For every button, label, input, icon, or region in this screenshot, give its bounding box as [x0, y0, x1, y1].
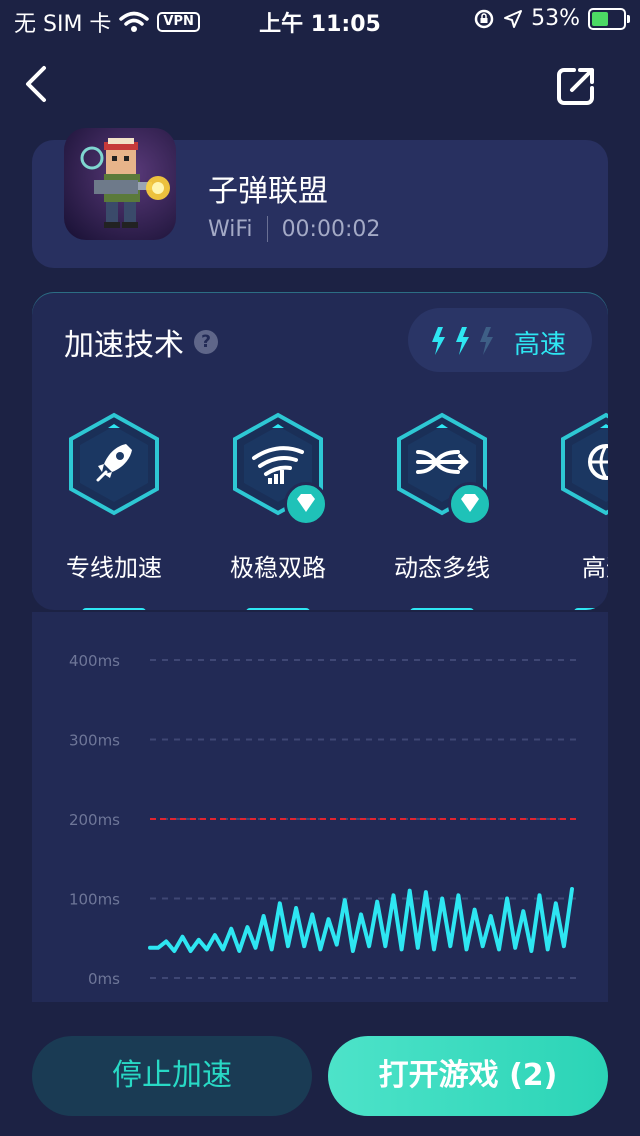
feature-label: 专线加速 [66, 554, 162, 582]
location-arrow-icon [504, 9, 523, 28]
status-bar: 无 SIM 卡 VPN 上午 11:05 53% [0, 0, 640, 40]
feature-dedicated-line[interactable]: 专线加速 [32, 412, 196, 610]
feature-indicator [574, 608, 608, 610]
game-app-icon[interactable] [64, 128, 176, 240]
feature-label: 动态多线 [394, 554, 490, 582]
lightning-icon [432, 327, 445, 355]
share-icon [557, 68, 594, 105]
tech-title-text: 加速技术 [64, 328, 184, 363]
lightning-icon [480, 327, 493, 355]
y-tick-label: 200ms [69, 811, 120, 829]
battery-icon [588, 7, 630, 30]
speed-bolts [432, 327, 493, 355]
chevron-left-icon [26, 66, 46, 102]
y-tick-label: 0ms [88, 970, 120, 988]
y-tick-label: 300ms [69, 732, 120, 750]
game-meta: WiFi 00:00:02 [208, 216, 380, 242]
premium-diamond-icon [284, 482, 328, 526]
rotation-lock-icon [474, 9, 494, 28]
lightning-icon [456, 327, 469, 355]
back-button[interactable] [18, 62, 58, 106]
battery-percent: 53% [531, 6, 580, 31]
acceleration-duration: 00:00:02 [281, 216, 381, 242]
feature-indicator [410, 608, 474, 610]
tech-title: 加速技术 ? [64, 320, 218, 364]
feature-indicator [82, 608, 146, 610]
latency-chart: 400ms 300ms 200ms 100ms 0ms [32, 612, 608, 1002]
help-icon[interactable]: ? [194, 330, 218, 354]
y-tick-label: 400ms [69, 652, 120, 670]
game-name: 子弹联盟 [208, 174, 328, 209]
feature-stable-dual-path[interactable]: 极稳双路 [196, 412, 360, 610]
open-game-button[interactable]: 打开游戏 (2) [328, 1036, 608, 1116]
share-button[interactable] [554, 64, 598, 108]
premium-diamond-icon [448, 482, 492, 526]
meta-divider [266, 216, 268, 242]
latency-chart-svg: 400ms 300ms 200ms 100ms 0ms [69, 652, 576, 988]
stop-acceleration-button[interactable]: 停止加速 [32, 1036, 312, 1116]
speed-label: 高速 [514, 330, 567, 360]
network-type: WiFi [208, 216, 253, 242]
feature-indicator [246, 608, 310, 610]
acceleration-tech-card: 加速技术 ? 高速 专线加速 极稳双路 动态多线 高 [32, 292, 608, 610]
battery-tip [627, 14, 630, 23]
battery-fill [592, 11, 608, 26]
feature-label: 极稳双路 [230, 554, 326, 582]
y-tick-label: 100ms [69, 891, 120, 909]
feature-high-speed[interactable]: 高速 [524, 412, 608, 610]
multi-line-icon [416, 450, 469, 474]
feature-dynamic-multiline[interactable]: 动态多线 [360, 412, 524, 610]
feature-label: 高速 [582, 554, 608, 582]
game-card: 子弹联盟 WiFi 00:00:02 [32, 128, 608, 268]
status-right: 53% [473, 6, 630, 31]
speed-level-badge: 高速 [408, 308, 592, 372]
